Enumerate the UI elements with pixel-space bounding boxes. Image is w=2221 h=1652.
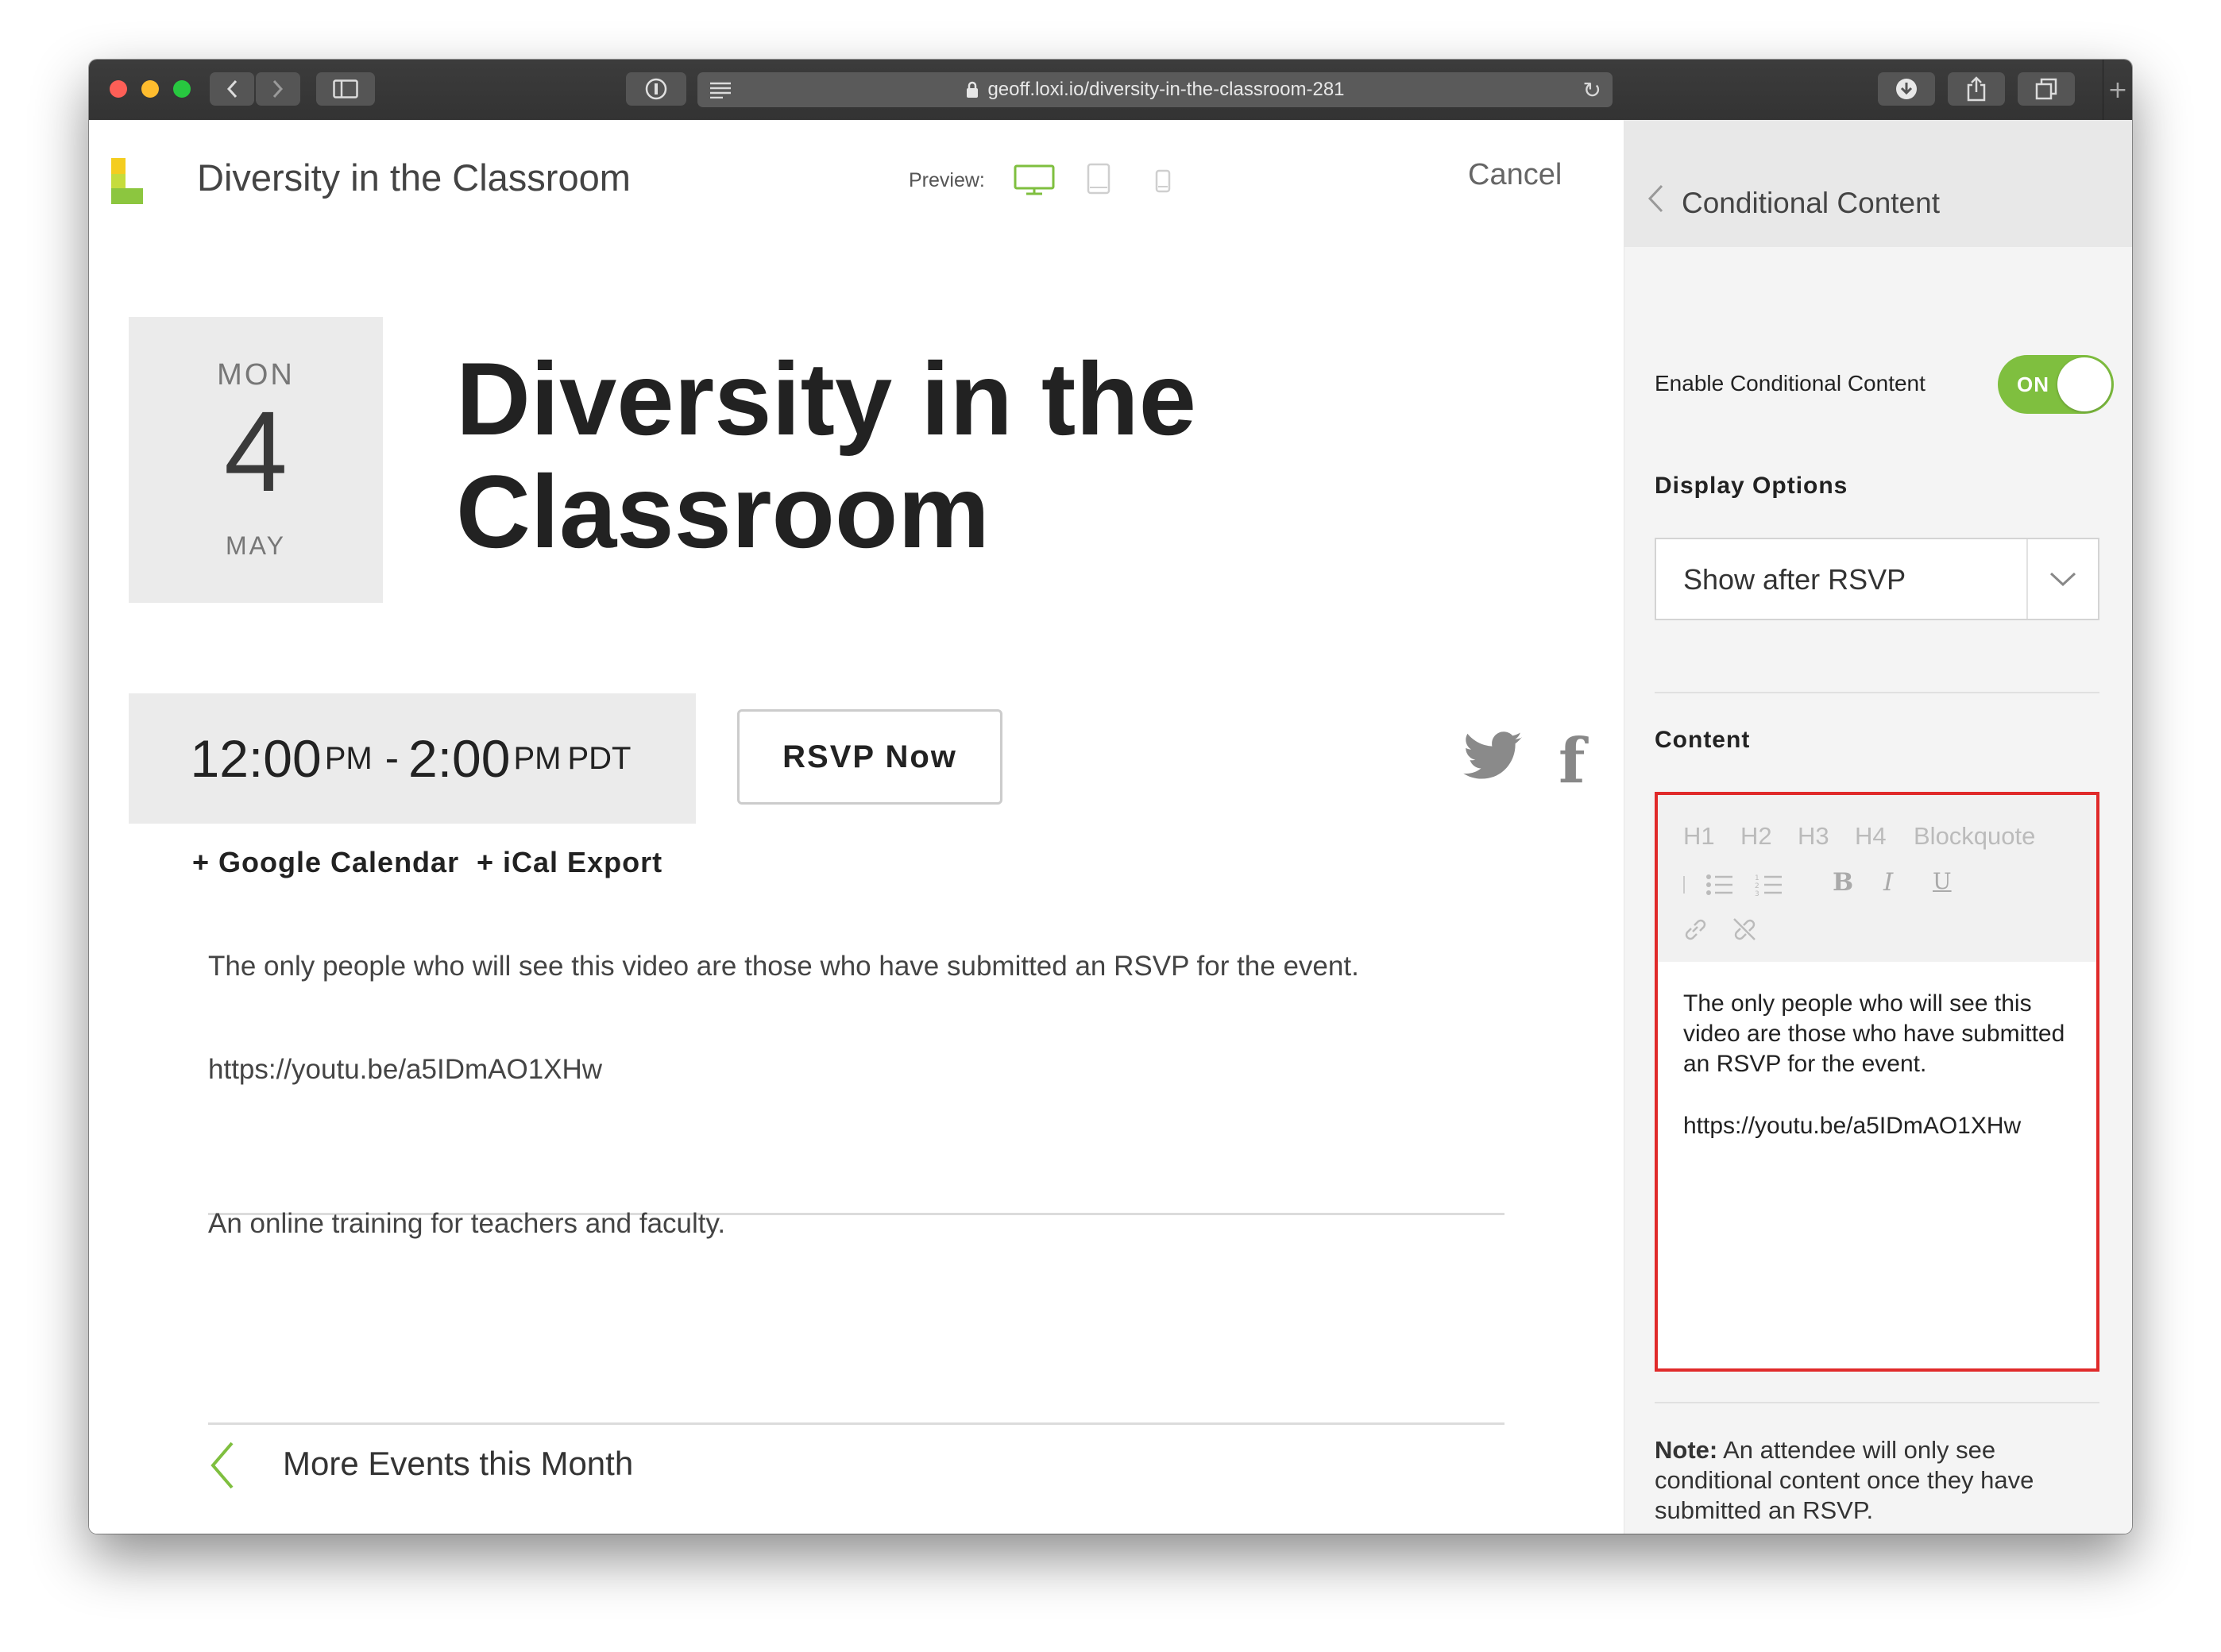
forward-button[interactable]	[256, 72, 300, 106]
sidebar-icon	[333, 79, 358, 98]
event-title-line-1: Diversity in the	[456, 341, 1196, 457]
facebook-icon[interactable]: f	[1559, 725, 1586, 797]
end-time: 2:00	[408, 729, 511, 788]
svg-text:1: 1	[1755, 874, 1759, 882]
browser-window: geoff.loxi.io/diversity-in-the-classroom…	[89, 60, 2132, 1534]
settings-sidebar: Conditional Content Enable Conditional C…	[1624, 120, 2132, 1534]
toggle-state-label: ON	[2017, 372, 2049, 396]
blockquote-button[interactable]: Blockquote	[1914, 822, 2035, 851]
timezone: PDT	[567, 740, 632, 776]
underline-button[interactable]: U	[1933, 868, 1952, 894]
preview-label: Preview:	[909, 169, 985, 191]
reader-icon	[710, 82, 731, 98]
event-description: An online training for teachers and facu…	[208, 1208, 726, 1239]
display-options-value: Show after RSVP	[1683, 563, 1906, 596]
italic-button[interactable]: I	[1883, 868, 1893, 897]
new-tab-button[interactable]: +	[2103, 60, 2132, 120]
address-bar[interactable]: geoff.loxi.io/diversity-in-the-classroom…	[697, 72, 1613, 107]
google-calendar-link[interactable]: + Google Calendar	[192, 846, 459, 879]
event-day-number: 4	[223, 388, 288, 515]
desktop-preview-icon[interactable]	[1014, 164, 1055, 196]
h2-button[interactable]: H2	[1740, 822, 1772, 851]
event-title-line-2: Classroom	[456, 454, 990, 569]
mobile-preview-icon[interactable]	[1155, 169, 1171, 193]
video-link[interactable]: https://youtu.be/a5IDmAO1XHw	[208, 1054, 602, 1086]
site-title: Diversity in the Classroom	[197, 156, 631, 199]
event-date-badge: MON 4 MAY	[129, 317, 383, 603]
link-icon[interactable]	[1682, 916, 1709, 943]
content-heading: Content	[1655, 727, 1751, 753]
divider	[208, 1422, 1504, 1425]
numbered-list-icon[interactable]: 123	[1755, 873, 1783, 897]
note-label: Note:	[1655, 1436, 1718, 1464]
sidebar-header: Conditional Content	[1624, 120, 2132, 247]
downloads-button[interactable]	[1878, 72, 1935, 106]
back-chevron-icon[interactable]	[1647, 183, 1664, 214]
share-button[interactable]	[1948, 72, 2005, 106]
more-events-link[interactable]: More Events this Month	[283, 1445, 633, 1483]
bullet-list-icon[interactable]	[1705, 873, 1734, 897]
h1-button[interactable]: H1	[1683, 822, 1715, 851]
h3-button[interactable]: H3	[1798, 822, 1829, 851]
share-icon	[1967, 76, 1986, 102]
sidebar-divider	[1655, 1402, 2099, 1403]
minimize-window-button[interactable]	[141, 80, 159, 98]
event-preview: Diversity in the Classroom Preview: Canc…	[89, 120, 1624, 1534]
lock-icon	[967, 81, 979, 98]
password-manager-button[interactable]	[626, 72, 686, 106]
enable-conditional-label: Enable Conditional Content	[1655, 371, 1926, 396]
end-ampm: PM	[513, 740, 562, 776]
url-text: geoff.loxi.io/diversity-in-the-classroom…	[987, 79, 1345, 100]
browser-toolbar: geoff.loxi.io/diversity-in-the-classroom…	[89, 60, 2132, 121]
close-window-button[interactable]	[110, 80, 127, 98]
toolbar-separator	[1683, 876, 1685, 894]
sidebar-toggle-button[interactable]	[316, 72, 375, 106]
svg-text:2: 2	[1755, 882, 1759, 890]
ical-export-link[interactable]: + iCal Export	[477, 846, 662, 879]
toggle-knob	[2057, 357, 2111, 411]
editor-content[interactable]: The only people who will see this video …	[1683, 989, 2080, 1141]
chevron-left-icon	[226, 79, 238, 98]
tabs-icon	[2035, 78, 2057, 100]
display-options-select[interactable]: Show after RSVP	[1655, 538, 2099, 620]
start-ampm: PM	[324, 740, 373, 776]
password-manager-icon	[645, 78, 667, 100]
zoom-window-button[interactable]	[173, 80, 191, 98]
h4-button[interactable]: H4	[1855, 822, 1887, 851]
sidebar-title: Conditional Content	[1682, 187, 1940, 219]
unlink-icon[interactable]	[1731, 916, 1758, 943]
download-icon	[1896, 79, 1917, 99]
editor-link: https://youtu.be/a5IDmAO1XHw	[1683, 1113, 2022, 1139]
event-month: MAY	[226, 531, 286, 560]
conditional-content-note: Note: An attendee will only see conditio…	[1655, 1435, 2099, 1526]
svg-text:3: 3	[1755, 890, 1759, 897]
sidebar-divider	[1655, 692, 2099, 693]
event-time: 12:00 PM - 2:00 PM PDT	[129, 693, 696, 824]
reload-icon[interactable]: ↻	[1583, 77, 1601, 103]
tablet-preview-icon[interactable]	[1087, 163, 1110, 195]
conditional-content-toggle[interactable]: ON	[1998, 355, 2114, 414]
content-editor[interactable]: H1 H2 H3 H4 Blockquote 123 B I U The onl…	[1655, 792, 2099, 1372]
cancel-button[interactable]: Cancel	[1468, 158, 1562, 192]
chevron-left-icon[interactable]	[208, 1440, 237, 1491]
chevron-down-icon	[2026, 539, 2098, 619]
twitter-icon[interactable]	[1463, 731, 1524, 781]
tab-overview-button[interactable]	[2018, 72, 2075, 106]
rsvp-now-button[interactable]: RSVP Now	[737, 709, 1002, 805]
display-options-heading: Display Options	[1655, 473, 1848, 499]
back-button[interactable]	[210, 72, 254, 106]
bold-button[interactable]: B	[1833, 868, 1853, 897]
chevron-right-icon	[272, 79, 284, 98]
event-title: Diversity in the Classroom	[456, 342, 1250, 568]
time-separator: -	[384, 735, 400, 782]
site-logo[interactable]	[111, 158, 143, 204]
editor-toolbar: H1 H2 H3 H4 Blockquote 123 B I U	[1658, 795, 2096, 962]
conditional-content-text: The only people who will see this video …	[208, 951, 1359, 982]
start-time: 12:00	[190, 729, 322, 788]
editor-paragraph: The only people who will see this video …	[1683, 990, 2065, 1077]
